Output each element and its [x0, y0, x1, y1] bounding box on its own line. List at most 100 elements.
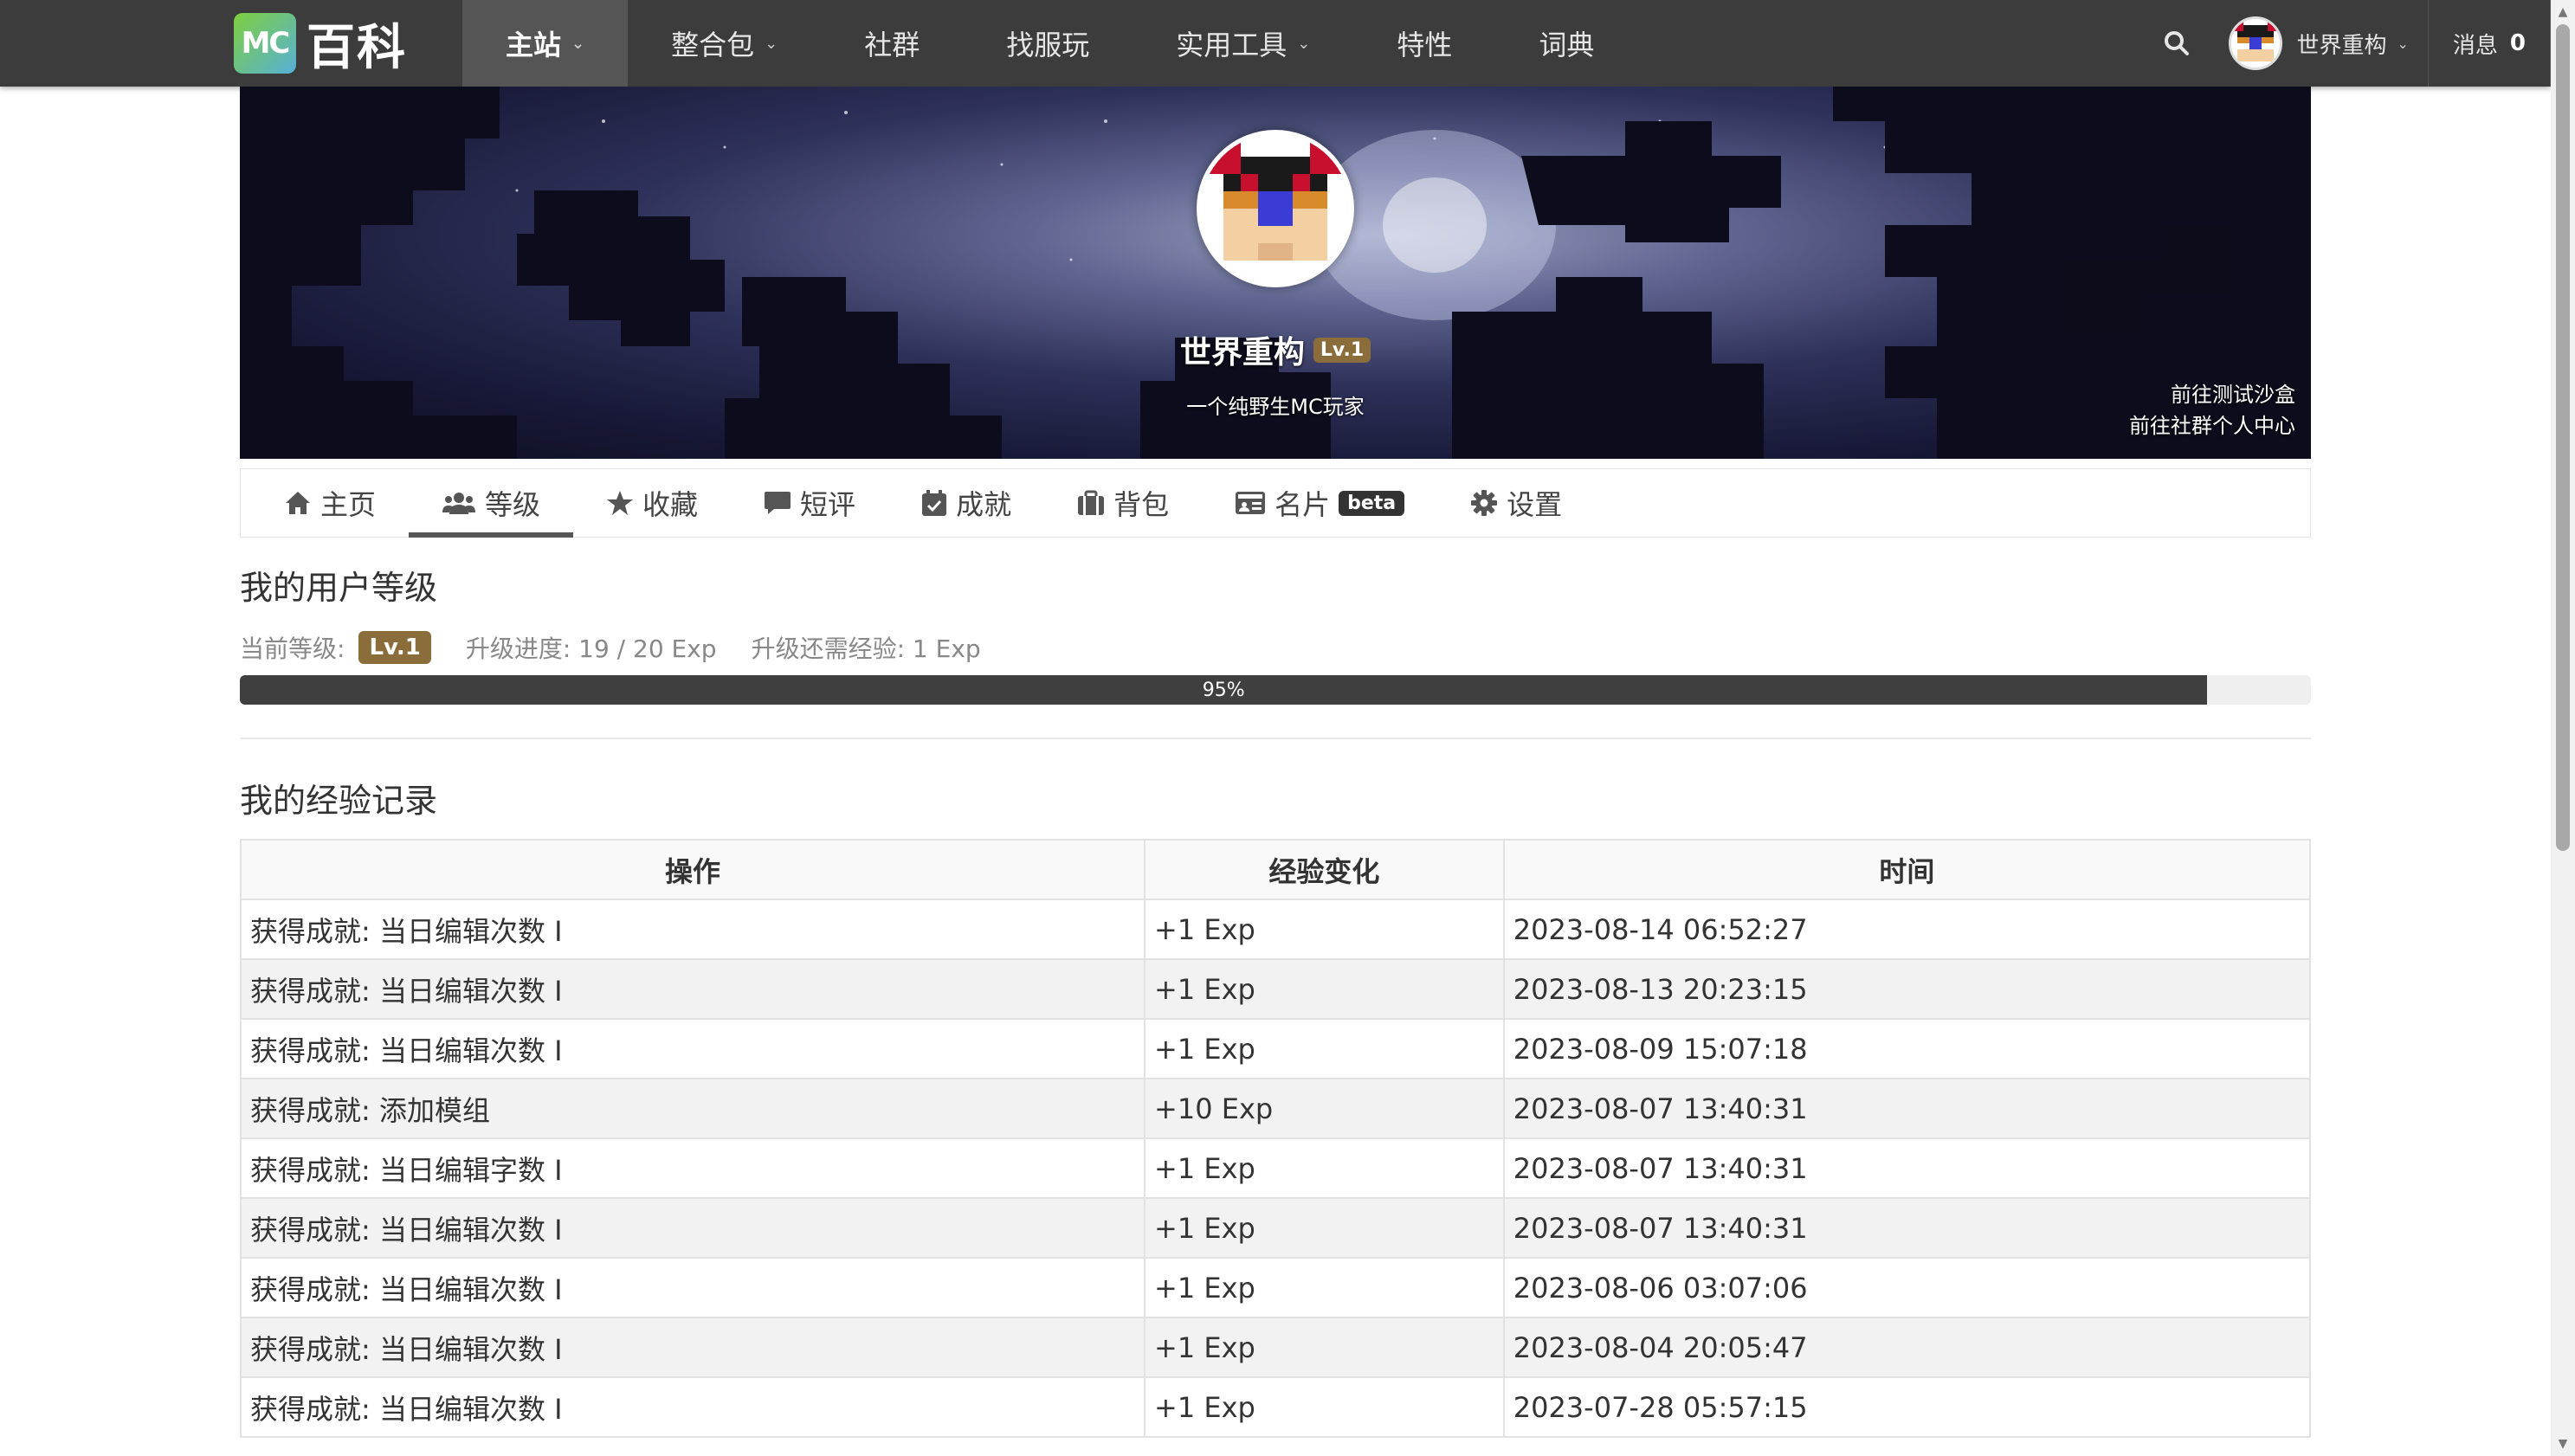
level-section-title: 我的用户等级: [240, 569, 438, 607]
cell-time: 2023-08-04 20:05:47: [1502, 1317, 2312, 1378]
user-name[interactable]: 世界重构: [2296, 28, 2386, 60]
tab-short-reviews[interactable]: 短评: [731, 469, 888, 537]
star-icon: [606, 490, 634, 516]
cell-exp: +1 Exp: [1144, 1257, 1505, 1318]
nav-item-features[interactable]: 特性: [1353, 0, 1495, 87]
main-nav: 主站 ⌄ 整合包 ⌄ 社群 找服玩 实用工具 ⌄ 特性 词典: [462, 0, 1637, 87]
table-row: 获得成就: 当日编辑次数 I +1 Exp 2023-08-09 15:07:1…: [239, 1018, 2312, 1079]
logo-mc-badge: MC: [234, 13, 296, 74]
profile-avatar[interactable]: [1197, 130, 1354, 287]
cell-exp: +1 Exp: [1144, 1317, 1505, 1378]
tab-label: 等级: [485, 488, 541, 521]
home-icon: [284, 490, 312, 516]
tab-label: 短评: [800, 488, 856, 521]
cell-exp: +1 Exp: [1144, 1018, 1505, 1079]
nav-item-community[interactable]: 社群: [821, 0, 963, 87]
messages-button[interactable]: 消息 0: [2427, 0, 2551, 87]
messages-label: 消息: [2452, 32, 2498, 59]
table-row: 获得成就: 当日编辑次数 I +1 Exp 2023-08-14 06:52:2…: [239, 899, 2312, 960]
nav-item-label: 特性: [1397, 29, 1453, 61]
nav-item-servers[interactable]: 找服玩: [963, 0, 1133, 87]
progress-label: 95%: [1202, 679, 1245, 701]
site-logo[interactable]: MC 百科: [234, 10, 407, 76]
tab-favorites[interactable]: 收藏: [573, 469, 731, 537]
cell-time: 2023-08-14 06:52:27: [1502, 899, 2312, 960]
cell-action: 获得成就: 当日编辑次数 I: [239, 1018, 1146, 1079]
remaining-exp-text: 升级还需经验: 1 Exp: [751, 635, 981, 663]
nav-item-tools[interactable]: 实用工具 ⌄: [1133, 0, 1353, 87]
nav-right: 世界重构 ⌄ 消息 0: [2151, 0, 2551, 87]
table-row: 获得成就: 添加模组 +10 Exp 2023-08-07 13:40:31: [239, 1078, 2312, 1139]
link-community-center[interactable]: 前往社群个人中心: [2129, 410, 2295, 441]
tab-label: 背包: [1113, 488, 1170, 521]
profile-bio: 一个纯野生MC玩家: [1186, 395, 1365, 419]
scroll-down-arrow-icon[interactable]: ▼: [2551, 1432, 2575, 1456]
cell-exp: +1 Exp: [1144, 958, 1505, 1020]
tab-label: 名片: [1275, 488, 1331, 521]
tab-business-card[interactable]: 名片 beta: [1202, 469, 1437, 537]
tab-label: 收藏: [642, 488, 699, 521]
nav-item-label: 整合包: [671, 29, 755, 61]
cell-action: 获得成就: 当日编辑次数 I: [239, 1197, 1146, 1259]
profile-banner: 世界重构 Lv.1 一个纯野生MC玩家 前往测试沙盒 前往社群个人中心: [240, 87, 2311, 459]
chevron-down-icon[interactable]: ⌄: [2397, 35, 2408, 52]
calendar-check-icon: [921, 489, 947, 517]
gear-icon: [1470, 489, 1498, 517]
tab-label: 成就: [956, 488, 1012, 521]
nav-item-label: 主站: [506, 29, 562, 61]
chevron-down-icon: ⌄: [571, 34, 585, 53]
table-row: 获得成就: 当日编辑次数 I +1 Exp 2023-08-04 20:05:4…: [239, 1317, 2312, 1378]
level-badge: Lv.1: [1313, 337, 1371, 363]
nav-item-dictionary[interactable]: 词典: [1495, 0, 1637, 87]
profile-username: 世界重构: [1179, 335, 1305, 370]
nav-item-label: 社群: [864, 29, 920, 61]
scroll-up-arrow-icon[interactable]: ▲: [2551, 0, 2575, 24]
cell-time: 2023-07-28 05:57:15: [1502, 1376, 2312, 1438]
cell-time: 2023-08-09 15:07:18: [1502, 1018, 2312, 1079]
logo-text: 百科: [307, 19, 407, 76]
top-navbar: MC 百科 主站 ⌄ 整合包 ⌄ 社群 找服玩 实用工具 ⌄ 特性 词典 世界重…: [0, 0, 2551, 87]
cell-time: 2023-08-07 13:40:31: [1502, 1137, 2312, 1199]
cell-action: 获得成就: 当日编辑字数 I: [239, 1137, 1146, 1199]
level-progress-bar: 95%: [240, 675, 2311, 705]
nav-item-label: 找服玩: [1006, 29, 1090, 61]
scrollbar-thumb[interactable]: [2556, 24, 2570, 851]
link-test-sandbox[interactable]: 前往测试沙盒: [2129, 379, 2295, 410]
avatar[interactable]: [2229, 16, 2283, 70]
tab-home[interactable]: 主页: [251, 469, 409, 537]
cell-time: 2023-08-07 13:40:31: [1502, 1078, 2312, 1139]
nav-item-modpacks[interactable]: 整合包 ⌄: [628, 0, 821, 87]
cell-action: 获得成就: 当日编辑次数 I: [239, 1317, 1146, 1378]
upgrade-progress-text: 升级进度: 19 / 20 Exp: [465, 635, 717, 663]
cell-exp: +10 Exp: [1144, 1078, 1505, 1139]
current-level-label: 当前等级:: [240, 635, 345, 663]
column-header-action[interactable]: 操作: [239, 839, 1146, 900]
column-header-exp-change[interactable]: 经验变化: [1144, 839, 1505, 900]
profile-tabs: 主页 等级 收藏 短评 成就 背包 名片 beta 设置: [240, 468, 2311, 538]
nav-item-main[interactable]: 主站 ⌄: [462, 0, 629, 87]
tab-level[interactable]: 等级: [409, 469, 574, 538]
table-row: 获得成就: 当日编辑次数 I +1 Exp 2023-08-06 03:07:0…: [239, 1257, 2312, 1318]
user-avatar-icon: [2231, 19, 2281, 68]
tab-label: 设置: [1507, 488, 1563, 521]
cell-time: 2023-08-07 13:40:31: [1502, 1197, 2312, 1259]
page-scrollbar[interactable]: ▲ ▼: [2551, 0, 2575, 1456]
table-header-row: 操作 经验变化 时间: [239, 839, 2312, 900]
cell-action: 获得成就: 当日编辑次数 I: [239, 899, 1146, 960]
cell-action: 获得成就: 当日编辑次数 I: [239, 1376, 1146, 1438]
page: MC 百科 主站 ⌄ 整合包 ⌄ 社群 找服玩 实用工具 ⌄ 特性 词典 世界重…: [0, 0, 2575, 1456]
cell-time: 2023-08-13 20:23:15: [1502, 958, 2312, 1020]
exp-records-table: 操作 经验变化 时间 获得成就: 当日编辑次数 I +1 Exp 2023-08…: [239, 839, 2312, 1438]
table-row: 获得成就: 当日编辑次数 I +1 Exp 2023-08-13 20:23:1…: [239, 958, 2312, 1020]
search-button[interactable]: [2151, 17, 2203, 69]
column-header-time[interactable]: 时间: [1502, 839, 2312, 900]
cell-action: 获得成就: 当日编辑次数 I: [239, 958, 1146, 1020]
section-divider: [240, 738, 2311, 739]
messages-count: 0: [2509, 30, 2526, 56]
tab-backpack[interactable]: 背包: [1044, 469, 1202, 537]
briefcase-icon: [1077, 490, 1105, 516]
search-icon: [2165, 31, 2190, 55]
tab-settings[interactable]: 设置: [1437, 469, 1595, 537]
beta-badge: beta: [1339, 490, 1405, 516]
tab-achievements[interactable]: 成就: [888, 469, 1044, 537]
